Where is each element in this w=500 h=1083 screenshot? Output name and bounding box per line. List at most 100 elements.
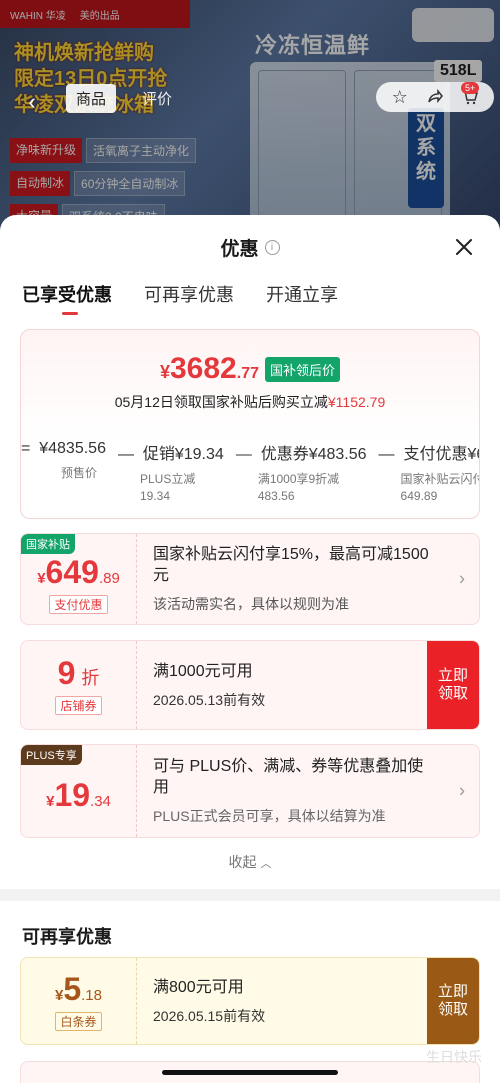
claim-button[interactable]: 立即领取 xyxy=(427,641,479,729)
share-icon[interactable] xyxy=(424,86,446,108)
close-button[interactable] xyxy=(450,233,478,261)
coupon-details: 可与 PLUS价、满减、券等优惠叠加使用 PLUS正式会员可享，具体以结算为准 … xyxy=(137,745,479,837)
sheet-header: 优惠 i xyxy=(0,215,500,279)
chevron-right-icon[interactable]: › xyxy=(459,781,465,802)
coupon-note: 该活动需实名，具体以规则为准 xyxy=(153,596,349,612)
coupon-value: PLUS专享 ¥ 19 .34 xyxy=(21,745,137,837)
price-description: 05月12日领取国家补贴后购买立减¥1152.79 xyxy=(21,392,479,412)
breakdown-item: — 促销¥19.34 PLUS立减 19.34 xyxy=(118,440,224,503)
tab-product[interactable]: 商品 xyxy=(66,84,117,113)
currency-symbol: ¥ xyxy=(37,570,46,587)
coupon-expiry: 2026.05.15前有效 xyxy=(153,1007,266,1024)
coupon-national-subsidy[interactable]: 国家补贴 ¥ 649 .89 支付优惠 国家补贴云闪付享15%，最高可减1500… xyxy=(20,533,480,625)
sheet-title: 优惠 xyxy=(220,238,259,260)
operator: = xyxy=(21,440,31,457)
coupon-details: 满800元可用 2026.05.15前有效 xyxy=(137,958,427,1044)
operator: — xyxy=(117,446,134,463)
discount-number: 9 xyxy=(57,655,76,691)
price-integer: 3682 xyxy=(170,352,237,385)
price-breakdown: = ¥4835.56 预售价 — 促销¥19.34 PLUS立减 19.34 —… xyxy=(21,440,479,503)
breakdown-value: 促销¥19.34 xyxy=(142,446,224,463)
section-divider xyxy=(0,889,500,901)
breakdown-label: 国家补贴云闪付享15% xyxy=(400,472,479,486)
amount-integer: 19 xyxy=(54,776,91,813)
tab-enjoyed[interactable]: 已享受优惠 xyxy=(22,279,112,315)
price-decimal: .77 xyxy=(236,365,259,382)
tab-activate[interactable]: 开通立享 xyxy=(266,279,338,307)
coupon-plus[interactable]: PLUS专享 ¥ 19 .34 可与 PLUS价、满减、券等优惠叠加使用 PLU… xyxy=(20,744,480,838)
coupon-store-discount: 9 折 店铺券 满1000元可用 2026.05.13前有效 立即领取 xyxy=(20,640,480,730)
breakdown-label: PLUS立减 xyxy=(139,472,196,486)
coupon-title: 满1000元可用 xyxy=(153,662,253,680)
amount-decimal: .89 xyxy=(98,570,120,587)
breakdown-amount: 483.56 xyxy=(257,489,295,503)
operator: — xyxy=(378,446,395,463)
nav-action-group: ☆ 5+ xyxy=(376,82,494,112)
cart-icon[interactable]: 5+ xyxy=(459,82,481,108)
collapse-label: 收起 xyxy=(228,854,257,870)
coupon-title: 国家补贴云闪付享15%，最高可减1500元 xyxy=(153,546,429,584)
breakdown-amount: 19.34 xyxy=(139,489,170,503)
claim-button[interactable]: 立即领取 xyxy=(427,958,479,1044)
discount-unit: 折 xyxy=(81,668,100,688)
back-icon[interactable]: ‹ xyxy=(18,88,46,116)
coupon-expiry: 2026.05.13前有效 xyxy=(153,691,266,708)
coupon-category: 支付优惠 xyxy=(49,595,108,614)
price-calc-card: ¥ 3682 .77 国补领后价 05月12日领取国家补贴后购买立减¥1152.… xyxy=(20,329,480,519)
breakdown-label: 预售价 xyxy=(61,466,98,480)
chevron-right-icon[interactable]: › xyxy=(459,569,465,590)
star-icon[interactable]: ☆ xyxy=(389,86,411,108)
coupon-note: PLUS正式会员可享，具体以结算为准 xyxy=(153,808,386,824)
amount-decimal: .34 xyxy=(90,792,111,810)
coupon-value: 国家补贴 ¥ 649 .89 支付优惠 xyxy=(21,534,137,624)
info-icon[interactable]: i xyxy=(264,239,280,255)
breakdown-value: 优惠券¥483.56 xyxy=(260,446,367,463)
coupon-value: ¥ 5 .18 白条券 xyxy=(21,958,137,1044)
coupon-baitiao: ¥ 5 .18 白条券 满800元可用 2026.05.15前有效 立即领取 xyxy=(20,957,480,1045)
section-title-more: 可再享优惠 xyxy=(22,927,112,947)
coupon-amount: ¥ 19 .34 xyxy=(46,777,111,814)
cart-badge: 5+ xyxy=(461,82,480,94)
discount-tabs: 已享受优惠 可再享优惠 开通立享 xyxy=(0,279,500,323)
coupon-title: 可与 PLUS价、满减、券等优惠叠加使用 xyxy=(153,758,424,796)
currency-symbol: ¥ xyxy=(55,987,64,1004)
breakdown-item: — 支付优惠¥649.89 国家补贴云闪付享15% 649.89 xyxy=(378,440,479,503)
breakdown-value: ¥4835.56 xyxy=(39,440,106,457)
breakdown-amount: 649.89 xyxy=(400,489,438,503)
operator: — xyxy=(235,446,252,463)
coupon-title: 满800元可用 xyxy=(153,978,244,996)
breakdown-item: = ¥4835.56 预售价 xyxy=(21,440,106,503)
coupon-amount: ¥ 649 .89 xyxy=(37,554,120,591)
amount-integer: 649 xyxy=(45,554,99,590)
desc-text: 05月12日领取国家补贴后购买立减 xyxy=(114,394,328,410)
collapse-button[interactable]: 收起 ︿ xyxy=(0,852,500,872)
home-indicator[interactable] xyxy=(162,1070,338,1075)
product-banner: WAHIN 华凌 美的出品 神机焕新抢鲜购 限定13日0点开抢 华凌双系统冰箱 … xyxy=(0,0,500,240)
coupon-category: 白条券 xyxy=(55,1012,102,1031)
watermark: 生日快乐 xyxy=(426,1049,482,1065)
modal-overlay[interactable] xyxy=(0,0,500,240)
coupon-amount: 9 折 xyxy=(58,655,100,692)
chevron-up-icon: ︿ xyxy=(260,858,272,870)
plus-tag: PLUS专享 xyxy=(21,745,82,765)
currency-symbol: ¥ xyxy=(159,362,170,382)
final-price: ¥ 3682 .77 国补领后价 xyxy=(21,352,479,386)
subsidy-price-badge: 国补领后价 xyxy=(265,356,341,382)
coupon-value: 9 折 店铺券 xyxy=(21,641,137,729)
discount-sheet: 优惠 i 已享受优惠 可再享优惠 开通立享 ¥ 3682 .77 国补领后价 0… xyxy=(0,215,500,1083)
coupon-details: 满1000元可用 2026.05.13前有效 xyxy=(137,641,427,729)
breakdown-value: 支付优惠¥649.89 xyxy=(403,446,479,463)
amount-decimal: .18 xyxy=(81,987,102,1004)
tab-review[interactable]: 评价 xyxy=(132,84,182,113)
national-subsidy-tag: 国家补贴 xyxy=(21,534,75,554)
desc-amount: ¥1152.79 xyxy=(327,394,386,410)
breakdown-label: 满1000享9折减 xyxy=(257,472,340,486)
amount-integer: 5 xyxy=(63,971,82,1007)
coupon-amount: ¥ 5 .18 xyxy=(55,971,102,1008)
close-icon xyxy=(456,239,472,255)
breakdown-item: — 优惠券¥483.56 满1000享9折减 483.56 xyxy=(236,440,367,503)
currency-symbol: ¥ xyxy=(46,792,55,810)
coupon-category: 店铺券 xyxy=(55,696,102,715)
tab-more[interactable]: 可再享优惠 xyxy=(144,279,234,307)
coupon-details: 国家补贴云闪付享15%，最高可减1500元 该活动需实名，具体以规则为准 › xyxy=(137,534,479,624)
